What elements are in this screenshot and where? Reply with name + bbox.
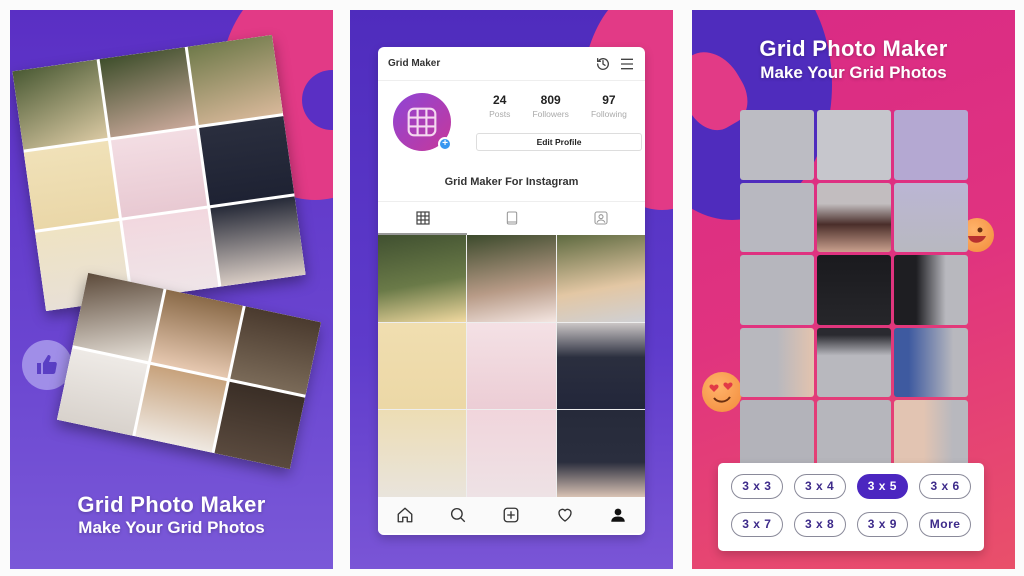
preview-tile [817, 255, 891, 325]
grid-icon [415, 210, 430, 225]
grid-size-3x5[interactable]: 3 x 5 [856, 474, 909, 499]
subheadline: Make Your Grid Photos [78, 518, 265, 537]
headline: Grid Photo Maker [759, 36, 948, 61]
grid-size-3x9[interactable]: 3 x 9 [856, 512, 909, 537]
preview-tile [740, 327, 814, 398]
app-bar: Grid Maker [378, 47, 645, 81]
grid-size-3x8[interactable]: 3 x 8 [793, 512, 846, 537]
stat-value: 97 [602, 93, 616, 107]
heart-icon[interactable] [556, 506, 574, 524]
app-title: Grid Maker [388, 58, 441, 69]
thumbs-up-icon [37, 355, 57, 374]
subheadline: Make Your Grid Photos [760, 63, 947, 82]
profile-stats: 24 Posts 809 Followers 97 Following [478, 93, 638, 119]
headline: Grid Photo Maker [77, 492, 266, 517]
grid-size-more[interactable]: More [919, 512, 971, 537]
profile-header: + 24 Posts 809 Followers 97 Following Edit … [378, 81, 645, 201]
grid-photo-friends [12, 34, 306, 312]
preview-tile [740, 400, 814, 470]
preview-tile [817, 400, 891, 470]
edit-profile-button[interactable]: Edit Profile [476, 133, 642, 151]
home-icon[interactable] [396, 506, 414, 524]
promo-panel-left: Grid Photo Maker Make Your Grid Photos [10, 10, 333, 569]
grid-size-3x3[interactable]: 3 x 3 [731, 474, 783, 499]
stat-posts[interactable]: 24 Posts [489, 93, 510, 119]
stat-value: 24 [493, 93, 507, 107]
preview-tile [894, 182, 968, 253]
grid-size-selector: 3 x 3 3 x 4 3 x 5 3 x 6 3 x 7 3 x 8 3 x … [718, 463, 984, 551]
stat-followers[interactable]: 809 Followers [532, 93, 568, 119]
igtv-icon [506, 210, 517, 225]
post-tile[interactable] [467, 235, 556, 322]
post-tile[interactable] [467, 322, 556, 410]
preview-tile [740, 182, 814, 253]
profile-name: Grid Maker For Instagram [444, 176, 579, 188]
post-tile[interactable] [378, 235, 467, 322]
post-tile[interactable] [467, 410, 556, 497]
preview-tile [817, 182, 891, 253]
add-post-icon[interactable] [502, 506, 520, 524]
profile-icon[interactable] [609, 506, 627, 524]
preview-tile [894, 110, 968, 180]
grid-photo-bride [57, 272, 321, 470]
grid-logo-icon [407, 107, 437, 137]
stat-label: Followers [532, 109, 569, 119]
add-story-icon[interactable]: + [438, 137, 452, 151]
preview-tile [740, 255, 814, 325]
post-tile[interactable] [556, 322, 645, 410]
promo-panel-middle: Grid Maker + 24 Posts 809 Followers 97 Foll… [350, 10, 673, 569]
history-icon[interactable] [595, 56, 611, 72]
profile-tabs [378, 201, 645, 235]
preview-tile [817, 110, 891, 180]
post-tile[interactable] [378, 322, 467, 410]
heart-eyes-emoji-icon [702, 372, 742, 412]
post-tile[interactable] [556, 235, 645, 322]
instagram-profile-mockup: Grid Maker + 24 Posts 809 Followers 97 Foll… [378, 47, 645, 535]
post-tile[interactable] [378, 410, 467, 497]
preview-tile [894, 327, 968, 398]
stat-value: 809 [540, 93, 561, 107]
preview-tile [740, 110, 814, 180]
tab-grid[interactable] [378, 202, 467, 235]
photo-grid-feed [378, 235, 645, 497]
preview-tile [817, 327, 891, 398]
post-tile[interactable] [556, 410, 645, 497]
stat-label: Posts [489, 109, 511, 119]
tagged-icon [593, 210, 608, 225]
search-icon[interactable] [449, 506, 467, 524]
promo-panel-right: Grid Photo Maker Make Your Grid Photos 3… [692, 10, 1015, 569]
tab-igtv[interactable] [467, 202, 556, 235]
grid-size-3x6[interactable]: 3 x 6 [919, 474, 971, 499]
menu-icon[interactable] [619, 56, 635, 72]
stat-following[interactable]: 97 Following [591, 93, 627, 119]
grid-size-3x4[interactable]: 3 x 4 [793, 474, 846, 499]
preview-tile [894, 255, 968, 325]
split-photo-preview [740, 110, 968, 470]
tab-tagged[interactable] [556, 202, 645, 235]
bottom-navigation [378, 497, 645, 533]
stat-label: Following [590, 109, 627, 119]
preview-tile [894, 400, 968, 470]
grid-size-3x7[interactable]: 3 x 7 [731, 512, 783, 537]
